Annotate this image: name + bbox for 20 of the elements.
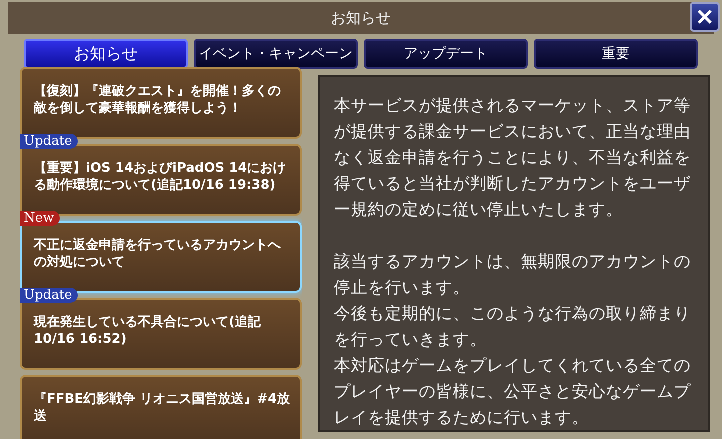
notice-title: 現在発生している不具合について(追記10/16 16:52) [34,314,262,348]
notice-badge: Update [20,134,78,149]
notice-title: 【復刻】『連破クエスト』を開催！多くの敵を倒して豪華報酬を獲得しよう！ [34,83,282,117]
notice-badge: New [20,211,60,226]
detail-paragraph: 本サービスが提供されるマーケット、ストア等が提供する課金サービスにおいて、正当な理由なく返金申請を行うことにより、不当な利益を得ていると当社が判断したアカウントをユーザー規約の定めに従い停止いたします。 [334,95,692,221]
tab[interactable]: アップデート [364,39,528,69]
window-title: お知らせ [331,8,391,28]
notice-card[interactable]: 『FFBE幻影戦争 リオニス国営放送』#4放送 [20,375,302,439]
close-button[interactable] [690,2,720,32]
close-icon [696,8,714,26]
tab[interactable]: 重要 [534,39,698,69]
tab[interactable]: お知らせ [24,39,188,69]
notice-badge: Update [20,288,78,303]
tab[interactable]: イベント・キャンペーン [194,39,358,69]
notice-title: 不正に返金申請を行っているアカウントへの対処について [34,237,282,271]
detail-paragraph: 今後も定期的に、このような行為の取り締まりを行っていきます。 [334,303,692,351]
notice-title: 『FFBE幻影戦争 リオニス国営放送』#4放送 [34,391,290,425]
notice-title: 【重要】iOS 14およびiPadOS 14における動作環境について(追記10/16 19:38) [34,160,288,194]
detail-paragraph: 本対応はゲームをプレイしてくれている全てのプレイヤーの皆様に、公平さと安心なゲームプレイを提供するために行います。 [334,355,692,429]
detail-paragraph: 該当するアカウントは、無期限のアカウントの停止を行います。 [334,251,692,299]
